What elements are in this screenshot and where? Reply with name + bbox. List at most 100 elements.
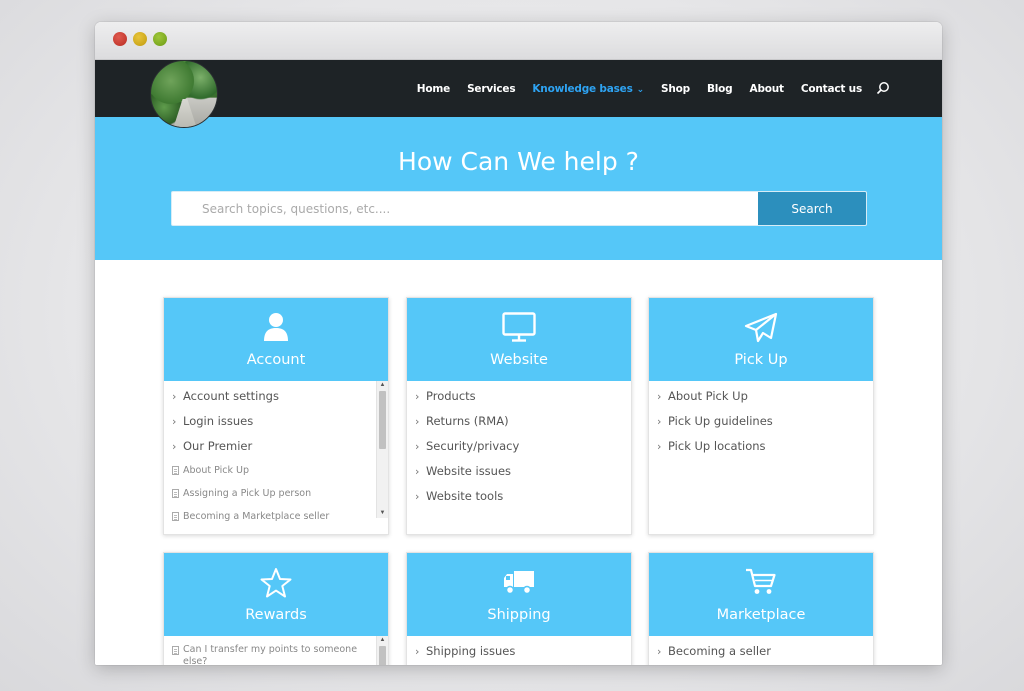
nav-item-about[interactable]: About — [750, 83, 785, 95]
list-item[interactable]: › Returns (RMA) — [407, 409, 631, 434]
document-icon — [172, 646, 179, 655]
list-item-label: Pick Up guidelines — [668, 414, 773, 428]
nav-item-label: Knowledge bases — [532, 82, 633, 95]
chevron-down-icon: ⌄ — [636, 84, 645, 95]
chevron-right-icon: › — [415, 490, 420, 503]
chevron-right-icon: › — [415, 415, 420, 428]
list-item-label: Login issues — [183, 414, 254, 428]
card-header[interactable]: Website — [407, 298, 631, 381]
browser-window: Home Services Knowledge bases ⌄ Shop Blog… — [95, 22, 942, 665]
scroll-up-icon[interactable]: ▲ — [377, 381, 388, 390]
list-item[interactable]: › Website tools — [407, 484, 631, 509]
card-list: Can I transfer my points to someone else… — [164, 639, 388, 665]
page-title: How Can We help ? — [398, 147, 639, 176]
document-icon — [172, 512, 179, 521]
category-card-account: Account › Account settings › Login issues … — [163, 297, 389, 535]
list-item[interactable]: › Website issues — [407, 459, 631, 484]
chevron-right-icon: › — [657, 645, 662, 658]
truck-icon — [504, 571, 534, 595]
card-list: › Shipping issues — [407, 639, 631, 664]
chevron-right-icon: › — [172, 440, 177, 453]
search-icon[interactable] — [876, 81, 890, 95]
star-icon — [260, 568, 292, 598]
nav-item-home[interactable]: Home — [417, 83, 450, 95]
site-logo[interactable] — [150, 60, 218, 128]
hero-section: How Can We help ? Search — [95, 117, 942, 260]
list-item[interactable]: › Security/privacy — [407, 434, 631, 459]
nav-item-contact-us[interactable]: Contact us — [801, 83, 862, 95]
scrollbar[interactable]: ▲ ▼ — [376, 381, 388, 518]
scrollbar[interactable]: ▲ — [376, 636, 388, 665]
card-list: › About Pick Up › Pick Up guidelines › Pick… — [649, 384, 873, 459]
nav-item-shop[interactable]: Shop — [661, 83, 690, 95]
card-header[interactable]: Marketplace — [649, 553, 873, 636]
chevron-right-icon: › — [415, 440, 420, 453]
cart-icon — [746, 568, 776, 594]
category-card-pick-up: Pick Up › About Pick Up › Pick Up guidelin… — [648, 297, 874, 535]
scroll-up-icon[interactable]: ▲ — [377, 636, 388, 645]
list-item[interactable]: › Account settings — [164, 384, 388, 409]
chevron-right-icon: › — [415, 645, 420, 658]
list-item-label: Website issues — [426, 464, 512, 478]
card-title: Marketplace — [716, 607, 806, 623]
maximize-window-button[interactable] — [153, 32, 167, 46]
article-item[interactable]: Becoming a Marketplace seller — [164, 505, 388, 521]
search-input[interactable] — [172, 192, 758, 225]
chevron-right-icon: › — [657, 390, 662, 403]
category-card-shipping: Shipping › Shipping issues — [406, 552, 632, 665]
card-title: Rewards — [245, 607, 307, 623]
article-label: Becoming a Marketplace seller — [183, 511, 330, 521]
chevron-right-icon: › — [415, 465, 420, 478]
user-icon — [264, 313, 288, 341]
chevron-right-icon: › — [657, 415, 662, 428]
card-header[interactable]: Rewards — [164, 553, 388, 636]
knowledge-base-grid: Account › Account settings › Login issues … — [95, 260, 942, 665]
list-item[interactable]: › Shipping issues — [407, 639, 631, 664]
window-titlebar — [95, 22, 942, 60]
article-item[interactable]: Can I transfer my points to someone else… — [164, 639, 388, 665]
list-item[interactable]: › Our Premier — [164, 434, 388, 459]
list-item-label: Becoming a seller — [668, 644, 771, 658]
nav-item-blog[interactable]: Blog — [707, 83, 733, 95]
card-list: › Account settings › Login issues › Our Pre… — [164, 384, 388, 521]
chevron-right-icon: › — [172, 390, 177, 403]
monitor-icon — [502, 312, 536, 342]
article-label: About Pick Up — [183, 465, 249, 476]
list-item[interactable]: › Products — [407, 384, 631, 409]
document-icon — [172, 466, 179, 475]
scrollbar-thumb[interactable] — [379, 646, 386, 665]
list-item[interactable]: › About Pick Up — [649, 384, 873, 409]
list-item[interactable]: › Becoming a seller — [649, 639, 873, 664]
card-title: Account — [246, 352, 306, 368]
card-header[interactable]: Pick Up — [649, 298, 873, 381]
card-header[interactable]: Account — [164, 298, 388, 381]
close-window-button[interactable] — [113, 32, 127, 46]
list-item-label: Account settings — [183, 389, 279, 403]
scroll-down-icon[interactable]: ▼ — [377, 509, 388, 518]
list-item[interactable]: › Pick Up guidelines — [649, 409, 873, 434]
category-card-marketplace: Marketplace › Becoming a seller — [648, 552, 874, 665]
list-item-label: Pick Up locations — [668, 439, 766, 453]
nav-item-services[interactable]: Services — [467, 83, 516, 95]
minimize-window-button[interactable] — [133, 32, 147, 46]
list-item-label: About Pick Up — [668, 389, 748, 403]
search-button[interactable]: Search — [758, 192, 866, 225]
list-item-label: Security/privacy — [426, 439, 520, 453]
article-item[interactable]: About Pick Up — [164, 459, 388, 482]
chevron-right-icon: › — [657, 440, 662, 453]
scrollbar-thumb[interactable] — [379, 391, 386, 449]
card-list: › Products › Returns (RMA) › Security/priva… — [407, 384, 631, 509]
article-item[interactable]: Assigning a Pick Up person — [164, 482, 388, 505]
card-header[interactable]: Shipping — [407, 553, 631, 636]
list-item[interactable]: › Login issues — [164, 409, 388, 434]
site-header: Home Services Knowledge bases ⌄ Shop Blog… — [95, 60, 942, 128]
article-label: Assigning a Pick Up person — [183, 488, 312, 499]
chevron-right-icon: › — [415, 390, 420, 403]
card-title: Shipping — [487, 607, 551, 623]
card-title: Website — [490, 352, 548, 368]
list-item-label: Returns (RMA) — [426, 414, 509, 428]
list-item-label: Products — [426, 389, 476, 403]
list-item[interactable]: › Pick Up locations — [649, 434, 873, 459]
nav-item-knowledge-bases[interactable]: Knowledge bases ⌄ — [532, 83, 644, 95]
category-card-rewards: Rewards Can I transfer my points to some… — [163, 552, 389, 665]
